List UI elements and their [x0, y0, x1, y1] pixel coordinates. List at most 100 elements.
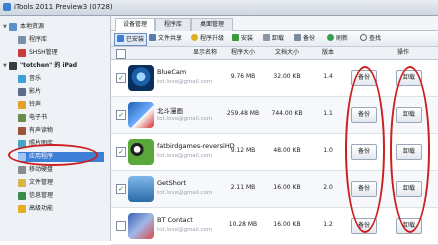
table-row[interactable]: ✓ fatbirdgames-reversiHD tot.love@gmail.… — [111, 134, 438, 171]
app-icon — [128, 176, 154, 202]
row-backup-button[interactable]: 备份 — [351, 144, 377, 160]
select-all-checkbox[interactable] — [116, 49, 126, 59]
refresh-button[interactable]: 刷新 — [327, 33, 348, 44]
app-icon — [128, 102, 154, 128]
doc-size: 16.00 KB — [273, 221, 301, 228]
tab-app-library[interactable]: 程序库 — [155, 18, 191, 31]
app-size: 9.76 MB — [230, 73, 256, 80]
tab-desktop-management[interactable]: 桌面管理 — [191, 18, 233, 31]
app-size: 259.48 MB — [226, 110, 260, 117]
collapse-arrow-icon[interactable]: ▼ — [3, 61, 7, 71]
uninstall-icon — [263, 34, 270, 41]
sidebar-group-local[interactable]: 本地资源 — [9, 22, 104, 32]
row-uninstall-button[interactable]: 卸载 — [396, 181, 422, 197]
music-icon — [18, 75, 26, 83]
app-version: 1.4 — [323, 73, 333, 80]
row-checkbox[interactable]: ✓ — [116, 110, 126, 120]
table-row[interactable]: ✓ 北斗漫画 tot.love@gmail.com 259.48 MB 744.… — [111, 97, 438, 134]
column-header-doc-size[interactable]: 文档大小 — [267, 47, 307, 59]
sidebar-item-shsh[interactable]: SHSH管理 — [18, 48, 104, 58]
contacts-icon — [18, 192, 26, 200]
table-header: 显示名称 程序大小 文档大小 版本 操作 — [111, 47, 438, 60]
collapse-arrow-icon[interactable]: ▼ — [3, 22, 7, 32]
app-version: 1.1 — [323, 110, 333, 117]
uninstall-button[interactable]: 卸载 — [263, 33, 284, 44]
app-version: 2.0 — [323, 184, 333, 191]
app-account: tot.love@gmail.com — [157, 153, 213, 159]
star-icon — [18, 205, 26, 213]
doc-size: 32.00 KB — [273, 73, 301, 80]
row-backup-button[interactable]: 备份 — [351, 181, 377, 197]
app-size: 2.11 MB — [230, 184, 256, 191]
app-name: GetShort — [157, 179, 187, 187]
sidebar-item-files[interactable]: 文件管理 — [18, 178, 104, 188]
install-icon — [232, 34, 239, 41]
row-checkbox[interactable]: ✓ — [116, 184, 126, 194]
doc-size: 744.00 KB — [271, 110, 303, 117]
app-version: 1.0 — [323, 147, 333, 154]
installed-filter-button[interactable]: 已安装 — [114, 33, 148, 46]
tab-device-management[interactable]: 设备管理 — [115, 18, 155, 31]
sidebar-item-apps[interactable]: 应用程序 — [18, 152, 104, 162]
row-checkbox[interactable] — [116, 221, 126, 231]
file-sharing-button[interactable]: 文件共享 — [149, 33, 182, 44]
window-title: iTools 2011 Preview3 (0728) — [14, 3, 113, 11]
upgrade-icon — [191, 34, 198, 41]
column-header-version[interactable]: 版本 — [311, 47, 345, 59]
bell-icon — [18, 101, 26, 109]
row-backup-button[interactable]: 备份 — [351, 70, 377, 86]
app-size: 10.28 MB — [228, 221, 258, 228]
row-backup-button[interactable]: 备份 — [351, 218, 377, 234]
app-account: tot.love@gmail.com — [157, 79, 213, 85]
row-uninstall-button[interactable]: 卸载 — [396, 144, 422, 160]
table-row[interactable]: ✓ BlueCam tot.love@gmail.com 9.76 MB 32.… — [111, 60, 438, 97]
computer-icon — [9, 23, 17, 31]
app-upgrade-button[interactable]: 程序升级 — [191, 33, 224, 44]
row-backup-button[interactable]: 备份 — [351, 107, 377, 123]
sidebar-item-library[interactable]: 程序库 — [18, 35, 104, 45]
row-uninstall-button[interactable]: 卸载 — [396, 107, 422, 123]
app-account: tot.love@gmail.com — [157, 116, 213, 122]
sidebar-item-movies[interactable]: 影片 — [18, 87, 104, 97]
app-icon — [128, 213, 154, 239]
app-size: 9.12 MB — [230, 147, 256, 154]
sidebar-item-advanced[interactable]: 高级功能 — [18, 204, 104, 214]
doc-size: 48.00 KB — [273, 147, 301, 154]
tab-bar: 设备管理 程序库 桌面管理 — [111, 16, 438, 31]
app-name: BlueCam — [157, 68, 187, 76]
search-icon — [360, 34, 367, 41]
table-row[interactable]: BT Contact tot.love@gmail.com 10.28 MB 1… — [111, 208, 438, 245]
sidebar-item-photos[interactable]: 照片图库 — [18, 139, 104, 149]
apps-icon — [117, 35, 124, 42]
app-account: tot.love@gmail.com — [157, 227, 213, 233]
apps-icon — [18, 153, 26, 161]
title-bar: iTools 2011 Preview3 (0728) — [0, 0, 438, 16]
photo-icon — [18, 140, 26, 148]
row-uninstall-button[interactable]: 卸载 — [396, 218, 422, 234]
sidebar-item-ringtones[interactable]: 铃声 — [18, 100, 104, 110]
row-uninstall-button[interactable]: 卸载 — [396, 70, 422, 86]
audiobook-icon — [18, 127, 26, 135]
app-library-icon — [18, 36, 26, 44]
sidebar-item-music[interactable]: 音乐 — [18, 74, 104, 84]
folder-icon — [18, 179, 26, 187]
sidebar-item-disk[interactable]: 移动硬盘 — [18, 165, 104, 175]
doc-size: 16.00 KB — [273, 184, 301, 191]
app-name: BT Contact — [157, 216, 193, 224]
sidebar-group-device[interactable]: "totchen" 的 iPad — [9, 61, 104, 71]
sidebar-item-info[interactable]: 信息管理 — [18, 191, 104, 201]
column-header-app-size[interactable]: 程序大小 — [223, 47, 263, 59]
sidebar-item-ebooks[interactable]: 电子书 — [18, 113, 104, 123]
toolbar: 已安装 文件共享 程序升级 安装 卸载 备份 刷新 查找 — [111, 31, 438, 47]
table-row[interactable]: ✓ GetShort tot.love@gmail.com 2.11 MB 16… — [111, 171, 438, 208]
movie-icon — [18, 88, 26, 96]
disk-icon — [18, 166, 26, 174]
search-button[interactable]: 查找 — [360, 33, 381, 44]
install-button[interactable]: 安装 — [232, 33, 253, 44]
book-icon — [18, 114, 26, 122]
row-checkbox[interactable]: ✓ — [116, 147, 126, 157]
row-checkbox[interactable]: ✓ — [116, 73, 126, 83]
backup-button[interactable]: 备份 — [294, 33, 315, 44]
sidebar-item-audiobooks[interactable]: 有声读物 — [18, 126, 104, 136]
backup-icon — [294, 34, 301, 41]
